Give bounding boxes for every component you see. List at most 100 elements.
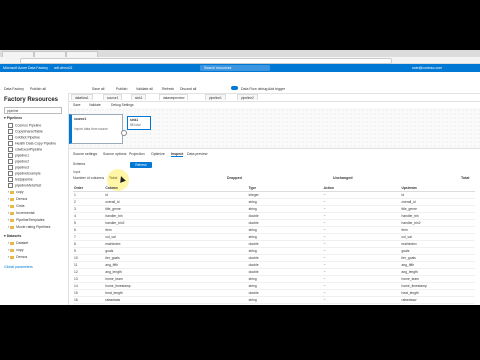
- validate-all-button[interactable]: Validate all: [136, 87, 153, 91]
- pipeline-item[interactable]: Gridbot Pipeline: [8, 135, 40, 140]
- data-flow-canvas[interactable]: source1 Import data from source sink1 88…: [69, 108, 480, 148]
- table-cell: item: [104, 226, 248, 234]
- table-cell: overall_id: [104, 198, 248, 206]
- factory-label[interactable]: Data Factory: [28, 66, 48, 70]
- azure-brand[interactable]: Microsoft Azure: [3, 66, 27, 70]
- folder-item[interactable]: › PipelineTemplates: [8, 218, 45, 222]
- pipeline-icon: [8, 183, 13, 188]
- section-datasets[interactable]: ▾ Datasets: [4, 234, 21, 238]
- table-cell: goals: [104, 247, 248, 255]
- discard-all-button[interactable]: Discard all: [180, 87, 196, 91]
- table-row[interactable]: 16 raisedsaw string ~ raisedsaw: [73, 296, 475, 304]
- data-flow-debug-toggle[interactable]: [231, 86, 238, 90]
- source-node[interactable]: source1 Import data from source: [69, 114, 123, 144]
- section-pipelines[interactable]: ▾ Pipelines: [4, 116, 22, 120]
- editor-tab[interactable]: pipeline2: [237, 94, 258, 100]
- add-transformation-icon[interactable]: [121, 130, 127, 136]
- pipeline-item[interactable]: pipeline3: [8, 165, 29, 170]
- pipeline-item[interactable]: CopySharedTable: [8, 129, 43, 134]
- pipeline-item[interactable]: cdwExcelPipeline: [8, 147, 42, 152]
- publish-button[interactable]: Publish: [116, 87, 127, 91]
- number-of-columns-label: Number of columns: [73, 176, 105, 180]
- table-cell: 8: [73, 240, 105, 248]
- toolbar-item-data-factory[interactable]: Data Factory: [4, 87, 24, 91]
- table-row[interactable]: 4 handler_bin double ~ handler_bin: [73, 212, 475, 220]
- table-row[interactable]: 3 title_genre string ~ title_genre: [73, 205, 475, 213]
- pipeline-item[interactable]: Health Data Copy Pipeline: [8, 141, 56, 146]
- sink-node[interactable]: sink1 88 total: [127, 116, 151, 130]
- table-row[interactable]: 13 home_team string ~ home_team: [73, 275, 475, 283]
- pipeline-icon: [8, 147, 13, 152]
- refresh-button[interactable]: Refresh: [162, 87, 174, 91]
- table-row[interactable]: 6 item string ~ item: [73, 226, 475, 234]
- pipeline-item[interactable]: pipelineMetaTest: [8, 183, 41, 188]
- folder-item[interactable]: › Demos: [8, 255, 27, 259]
- pipeline-item[interactable]: pipeline1: [8, 153, 29, 158]
- add-trigger-button[interactable]: Add trigger: [268, 87, 285, 91]
- azure-header: Microsoft Azure Data Factory adf-demo01 …: [0, 64, 480, 72]
- table-cell: heat_length: [400, 289, 475, 297]
- folder-item[interactable]: › copy: [8, 190, 24, 194]
- tab-source-settings[interactable]: Source settings: [73, 152, 97, 156]
- factory-name[interactable]: adf-demo01: [54, 66, 73, 70]
- publish-all-button[interactable]: Publish all: [30, 87, 46, 91]
- pipeline-item[interactable]: Cosmos Pipeline: [8, 123, 41, 128]
- table-cell: 5: [73, 219, 105, 227]
- pipeline-icon: [8, 141, 13, 146]
- folder-item[interactable]: › Demos: [8, 197, 27, 201]
- tab-optimize[interactable]: Optimize: [151, 152, 165, 156]
- pipeline-icon: [8, 135, 13, 140]
- table-row[interactable]: 10 iter_goals double ~ iter_goals: [73, 254, 475, 262]
- pipeline-icon: [8, 123, 13, 128]
- table-cell: double: [247, 212, 323, 220]
- validate-button[interactable]: Validate: [89, 103, 101, 107]
- pipeline-item[interactable]: pipelineExample: [8, 171, 41, 176]
- table-row[interactable]: 12 ang_length double ~ ang_length: [73, 268, 475, 276]
- folder-item[interactable]: › copy: [8, 248, 24, 252]
- tab-projection[interactable]: Projection: [129, 152, 145, 156]
- table-row[interactable]: 15 heat_length double ~ heat_length: [73, 289, 475, 297]
- pipeline-item[interactable]: testpipeline: [8, 177, 33, 182]
- table-cell: id: [400, 191, 475, 199]
- letterbox-bottom: [0, 305, 480, 360]
- save-button[interactable]: Save: [73, 103, 81, 107]
- data-flow-debug-label: Data Flow debug: [241, 87, 268, 91]
- tab-source-options[interactable]: Source options: [103, 152, 126, 156]
- editor-tab[interactable]: pipeline1: [205, 94, 226, 100]
- table-row[interactable]: 5 handler_bin2 double ~ handler_bin2: [73, 219, 475, 227]
- table-row[interactable]: 11 ang_fifth double ~ ang_fifth: [73, 261, 475, 269]
- tab-inspect[interactable]: Inspect: [171, 152, 184, 157]
- total-label: Total: [461, 176, 470, 180]
- table-row[interactable]: 7 col_val string ~ col_val: [73, 233, 475, 241]
- table-row[interactable]: 9 goals string ~ goals: [73, 247, 475, 255]
- editor-tab[interactable]: source1: [103, 94, 123, 100]
- table-row[interactable]: 14 home_timestamp string ~ home_timestamp: [73, 282, 475, 290]
- global-search-input[interactable]: Search resources: [200, 65, 270, 71]
- refresh-schema-button[interactable]: Refresh: [130, 162, 152, 168]
- folder-icon: [10, 197, 15, 201]
- unchanged-label: Unchanged: [333, 176, 353, 180]
- folder-item[interactable]: › Dataset: [8, 241, 28, 245]
- table-cell: ang_length: [400, 268, 475, 276]
- table-row[interactable]: 8 mainIndex double ~ mainIndex: [73, 240, 475, 248]
- table-cell: double: [247, 289, 323, 297]
- resource-filter-input[interactable]: pipeline: [4, 107, 62, 114]
- editor-tab-active[interactable]: datasetpreview: [159, 94, 189, 100]
- folder-item[interactable]: › Grids: [8, 204, 25, 208]
- table-cell: ~: [322, 261, 401, 269]
- folder-icon: [10, 241, 15, 245]
- table-row[interactable]: 2 overall_id string ~ overall_id: [73, 198, 475, 206]
- folder-item[interactable]: › Movie rating Pipelines: [8, 225, 50, 229]
- editor-tab[interactable]: sink1: [131, 94, 147, 100]
- editor-tab[interactable]: dataflow1: [71, 94, 93, 100]
- debug-settings-button[interactable]: Debug Settings: [111, 103, 134, 107]
- tab-data-preview[interactable]: Data preview: [187, 152, 207, 156]
- pipeline-item[interactable]: pipeline2: [8, 159, 29, 164]
- user-account[interactable]: user@contoso.com: [412, 66, 442, 70]
- table-row[interactable]: 1 id integer ~ id: [73, 191, 475, 199]
- global-parameters-link[interactable]: Global parameters: [4, 265, 33, 269]
- folder-item[interactable]: › Incremental: [8, 211, 34, 215]
- table-cell: ~: [322, 247, 401, 255]
- save-all-button[interactable]: Save all: [92, 87, 104, 91]
- browser-toolbar: [0, 57, 480, 64]
